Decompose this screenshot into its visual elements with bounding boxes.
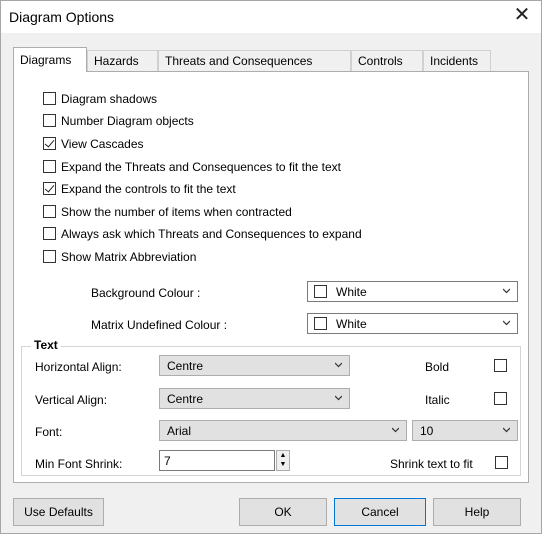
- checkbox[interactable]: [43, 205, 56, 218]
- checkbox[interactable]: [43, 114, 56, 127]
- font-label: Font:: [35, 425, 63, 439]
- font-size-value: 10: [420, 424, 434, 438]
- option-label: Diagram shadows: [61, 92, 158, 106]
- matrix-undefined-colour-label: Matrix Undefined Colour :: [91, 318, 228, 332]
- spin-down-icon[interactable]: ▼: [277, 460, 289, 469]
- horizontal-align-value: Centre: [167, 359, 204, 373]
- tab-threats-and-consequences[interactable]: Threats and Consequences: [158, 50, 351, 71]
- font-size-select[interactable]: 10: [412, 420, 518, 441]
- checkbox-checked[interactable]: [43, 137, 56, 150]
- option-view-cascades[interactable]: View Cascades: [43, 136, 144, 152]
- option-label: Show Matrix Abbreviation: [61, 250, 197, 264]
- option-label: View Cascades: [61, 137, 144, 151]
- option-label: Number Diagram objects: [61, 114, 194, 128]
- vertical-align-value: Centre: [167, 392, 204, 406]
- option-label: Expand the Threats and Consequences to f…: [61, 160, 341, 174]
- matrix-undefined-colour-select[interactable]: White: [307, 313, 518, 334]
- checkbox[interactable]: [43, 227, 56, 240]
- font-value: Arial: [167, 424, 192, 438]
- background-colour-select[interactable]: White: [307, 281, 518, 302]
- background-colour-label: Background Colour :: [91, 286, 201, 300]
- checkbox[interactable]: [43, 92, 56, 105]
- tab-diagrams[interactable]: Diagrams: [13, 47, 87, 72]
- min-font-shrink-label: Min Font Shrink:: [35, 457, 123, 471]
- chevron-down-icon: [503, 427, 510, 433]
- chevron-down-icon: [503, 320, 510, 326]
- background-colour-value: White: [336, 285, 367, 299]
- option-always-ask-expand[interactable]: Always ask which Threats and Consequence…: [43, 226, 362, 242]
- option-label: Expand the controls to fit the text: [61, 182, 236, 196]
- colour-swatch: [314, 285, 327, 298]
- font-select[interactable]: Arial: [159, 420, 407, 441]
- italic-label: Italic: [425, 393, 450, 407]
- chevron-down-icon: [335, 362, 342, 368]
- chevron-down-icon: [503, 288, 510, 294]
- vertical-align-label: Vertical Align:: [35, 393, 108, 407]
- tab-controls[interactable]: Controls: [351, 50, 423, 71]
- close-icon[interactable]: ✕: [507, 2, 537, 30]
- bold-checkbox[interactable]: [494, 359, 507, 372]
- ok-button[interactable]: OK: [239, 498, 327, 526]
- bold-label: Bold: [425, 360, 450, 374]
- use-defaults-button[interactable]: Use Defaults: [13, 498, 104, 526]
- min-font-shrink-input[interactable]: 7: [159, 450, 275, 471]
- min-font-shrink-spinner[interactable]: ▲ ▼: [276, 450, 290, 471]
- italic-checkbox[interactable]: [494, 392, 507, 405]
- spin-up-icon[interactable]: ▲: [277, 451, 289, 460]
- diagram-options-dialog: Diagram Options ✕ Diagrams Hazards Threa…: [0, 0, 542, 534]
- matrix-undefined-colour-value: White: [336, 317, 367, 331]
- tab-hazards[interactable]: Hazards: [87, 50, 158, 71]
- chevron-down-icon: [335, 395, 342, 401]
- checkbox[interactable]: [43, 160, 56, 173]
- checkbox[interactable]: [43, 250, 56, 263]
- tab-incidents[interactable]: Incidents: [423, 50, 491, 71]
- horizontal-align-label: Horizontal Align:: [35, 360, 122, 374]
- option-expand-controls[interactable]: Expand the controls to fit the text: [43, 181, 236, 197]
- text-group-title: Text: [31, 338, 61, 352]
- horizontal-align-select[interactable]: Centre: [159, 355, 350, 376]
- option-expand-threats[interactable]: Expand the Threats and Consequences to f…: [43, 159, 341, 175]
- option-label: Always ask which Threats and Consequence…: [61, 227, 362, 241]
- chevron-down-icon: [392, 427, 399, 433]
- option-label: Show the number of items when contracted: [61, 205, 292, 219]
- option-show-matrix-abbreviation[interactable]: Show Matrix Abbreviation: [43, 249, 196, 265]
- colour-swatch: [314, 317, 327, 330]
- vertical-align-select[interactable]: Centre: [159, 388, 350, 409]
- checkbox-checked[interactable]: [43, 182, 56, 195]
- option-diagram-shadows[interactable]: Diagram shadows: [43, 91, 157, 107]
- min-font-shrink-value: 7: [164, 454, 171, 468]
- shrink-text-to-fit-label: Shrink text to fit: [390, 457, 473, 471]
- option-number-diagram-objects[interactable]: Number Diagram objects: [43, 113, 194, 129]
- option-show-number-of-items[interactable]: Show the number of items when contracted: [43, 204, 292, 220]
- window-title: Diagram Options: [9, 9, 115, 25]
- shrink-text-to-fit-checkbox[interactable]: [495, 456, 508, 469]
- help-button[interactable]: Help: [433, 498, 521, 526]
- title-bar: Diagram Options ✕: [1, 1, 541, 33]
- cancel-button[interactable]: Cancel: [334, 498, 426, 526]
